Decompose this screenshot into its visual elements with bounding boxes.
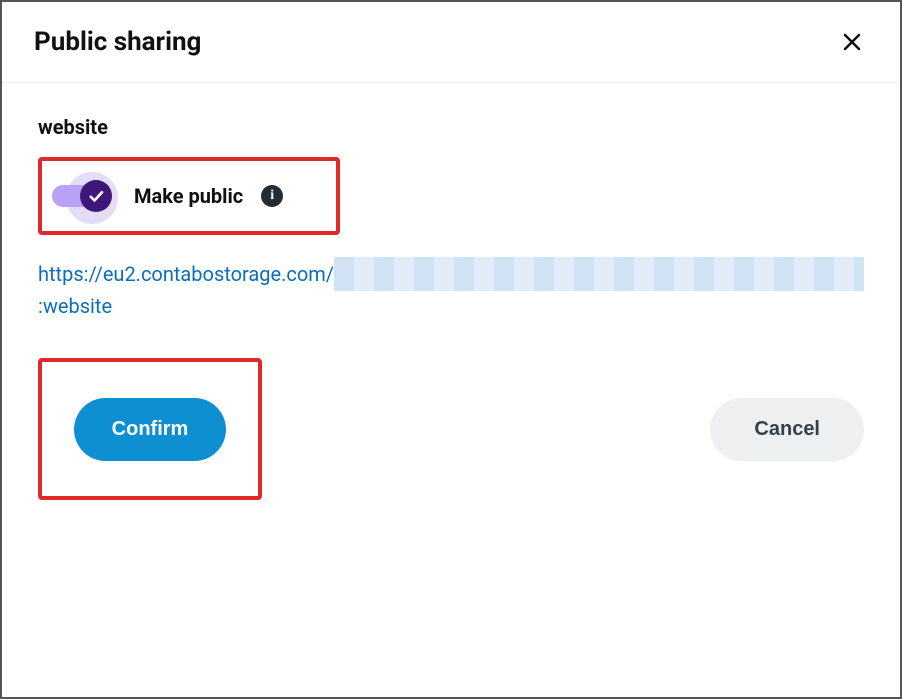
modal-actions: Confirm Cancel bbox=[38, 358, 864, 500]
close-button[interactable] bbox=[836, 26, 868, 58]
public-url[interactable]: https://eu2.contabostorage.com/ :website bbox=[38, 257, 864, 322]
public-url-suffix: :website bbox=[38, 291, 864, 322]
modal-title: Public sharing bbox=[34, 27, 201, 57]
info-icon[interactable]: i bbox=[261, 185, 283, 207]
public-url-prefix: https://eu2.contabostorage.com/ bbox=[38, 259, 334, 290]
toggle-knob bbox=[80, 180, 112, 212]
redacted-segment bbox=[334, 257, 864, 291]
checkmark-icon bbox=[87, 187, 105, 205]
bucket-name-label: website bbox=[38, 115, 864, 139]
confirm-button-highlight: Confirm bbox=[38, 358, 262, 500]
make-public-toggle[interactable] bbox=[52, 182, 108, 210]
public-url-line1: https://eu2.contabostorage.com/ bbox=[38, 257, 864, 291]
modal-header: Public sharing bbox=[2, 2, 900, 83]
close-icon bbox=[840, 30, 864, 54]
cancel-button[interactable]: Cancel bbox=[710, 398, 864, 461]
confirm-button[interactable]: Confirm bbox=[74, 398, 227, 461]
make-public-toggle-highlight: Make public i bbox=[38, 157, 340, 235]
make-public-label: Make public bbox=[134, 184, 243, 208]
modal-body: website Make public i https://eu2.contab… bbox=[2, 83, 900, 536]
